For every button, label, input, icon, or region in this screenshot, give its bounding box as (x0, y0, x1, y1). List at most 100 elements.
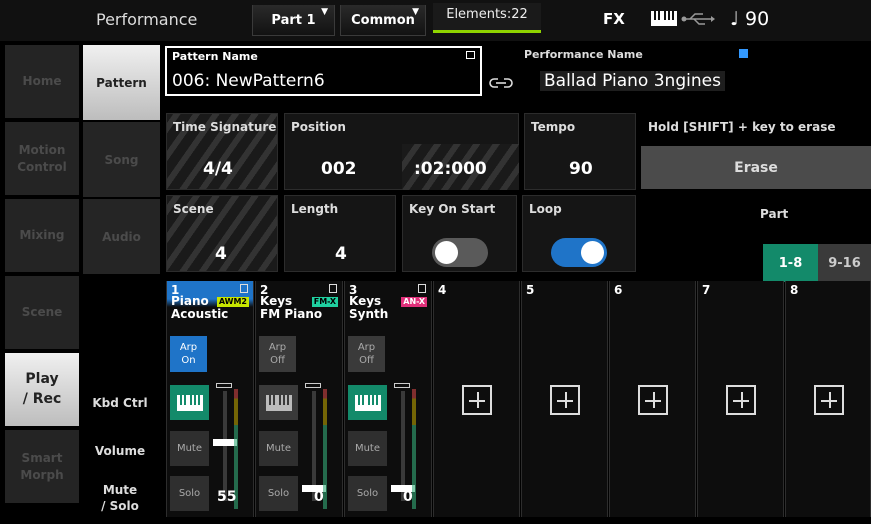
chevron-down-icon: ▼ (412, 7, 419, 17)
time-signature-field[interactable]: Time Signature 4/4 (166, 113, 278, 190)
common-dropdown-label: Common (351, 12, 415, 28)
erase-button-label: Erase (734, 159, 778, 176)
part-3-header[interactable]: 3 Keys Synth AN-X (345, 281, 431, 333)
awm2-badge: AWM2 (216, 297, 249, 307)
part-name: Keys Synth (349, 294, 389, 321)
nav-smart-morph-label: Smart Morph (20, 450, 64, 482)
part-dropdown-label: Part 1 (271, 12, 316, 28)
tempo-value: 90 (569, 159, 593, 179)
nav-play-rec[interactable]: Play / Rec (5, 353, 79, 428)
kbd-ctrl-button[interactable] (170, 385, 209, 420)
scene-label: Scene (173, 202, 214, 216)
loop-field: Loop (522, 195, 636, 272)
loop-toggle[interactable] (551, 238, 607, 267)
part-1-header[interactable]: 1 Piano Acoustic AWM2 (167, 281, 253, 333)
anx-badge: AN-X (401, 297, 427, 307)
meter-peak (394, 383, 410, 388)
part-1-column: 1 Piano Acoustic AWM2 Arp On Mute Solo 5… (166, 281, 254, 517)
length-value: 4 (335, 244, 347, 264)
solo-button[interactable]: Solo (259, 476, 298, 511)
subnav-pattern[interactable]: Pattern (83, 45, 160, 120)
part-2-column: 2 Keys FM Piano FM-X Arp Off Mute Solo 0 (255, 281, 343, 517)
tempo-label: Tempo (531, 120, 576, 134)
length-field[interactable]: Length 4 (284, 195, 396, 272)
position-field[interactable]: Position 002 :02:000 (284, 113, 519, 190)
part-dropdown[interactable]: Part 1 ▼ (252, 5, 335, 36)
pattern-name-field[interactable]: Pattern Name 006: NewPattern6 (165, 46, 482, 96)
meter-peak (216, 383, 232, 388)
loop-label: Loop (529, 202, 562, 216)
toggle-knob (435, 241, 458, 264)
arp-button[interactable]: Arp Off (259, 336, 296, 372)
position-label: Position (291, 120, 346, 134)
position-measure-value: 002 (321, 159, 357, 179)
add-part-button[interactable] (814, 385, 844, 415)
part-range-1-8[interactable]: 1-8 (763, 244, 818, 282)
tempo-field[interactable]: Tempo 90 (524, 113, 636, 190)
part-4-column: 4 (433, 281, 520, 517)
scene-value: 4 (215, 244, 227, 264)
volume-value: 55 (217, 489, 237, 505)
mute-button[interactable]: Mute (348, 431, 387, 466)
arp-button[interactable]: Arp Off (348, 336, 385, 372)
add-part-button[interactable] (550, 385, 580, 415)
nav-scene[interactable]: Scene (5, 276, 79, 351)
toggle-knob (581, 241, 604, 264)
erase-button[interactable]: Erase (641, 146, 871, 189)
pattern-name-value: 006: NewPattern6 (172, 71, 325, 91)
add-part-button[interactable] (726, 385, 756, 415)
nav-motion-control[interactable]: Motion Control (5, 122, 79, 197)
time-signature-label: Time Signature (173, 120, 277, 134)
position-beat-value: :02:000 (414, 159, 487, 179)
mute-button[interactable]: Mute (170, 431, 209, 466)
position-beat-field[interactable]: :02:000 (402, 144, 519, 190)
nav-scene-label: Scene (21, 305, 63, 320)
meter-peak (305, 383, 321, 388)
chevron-down-icon: ▼ (321, 7, 328, 17)
subnav-song[interactable]: Song (83, 122, 160, 197)
scene-field[interactable]: Scene 4 (166, 195, 278, 272)
part-3-column: 3 Keys Synth AN-X Arp Off Mute Solo 0 (344, 281, 432, 517)
part-number: 6 (614, 283, 623, 297)
keyboard-icon (651, 11, 677, 26)
nav-home[interactable]: Home (5, 45, 79, 120)
part-range-9-16-label: 9-16 (828, 255, 861, 271)
volume-value: 0 (403, 489, 413, 505)
keyboard-icon (265, 394, 292, 411)
subnav-audio-label: Audio (102, 229, 141, 244)
add-part-button[interactable] (462, 385, 492, 415)
nav-mixing-label: Mixing (19, 228, 65, 243)
kbd-ctrl-button[interactable] (259, 385, 298, 420)
subnav-audio[interactable]: Audio (83, 199, 160, 274)
arp-button[interactable]: Arp On (170, 336, 207, 372)
solo-button[interactable]: Solo (348, 476, 387, 511)
usb-icon (681, 13, 715, 25)
link-icon[interactable] (489, 76, 513, 90)
part-range-9-16[interactable]: 9-16 (818, 244, 871, 282)
keyboard-entry-icon (466, 51, 475, 59)
keyboard-icon (176, 394, 203, 411)
nav-home-label: Home (22, 74, 62, 89)
mute-solo-label: Mute / Solo (101, 483, 139, 513)
volume-value: 0 (314, 489, 324, 505)
part-select-label: Part (760, 207, 789, 221)
nav-mixing[interactable]: Mixing (5, 199, 79, 274)
part-icon (418, 284, 426, 293)
common-dropdown[interactable]: Common ▼ (340, 5, 426, 36)
subnav-song-label: Song (104, 152, 139, 167)
kbd-ctrl-button[interactable] (348, 385, 387, 420)
key-on-start-toggle[interactable] (432, 238, 488, 267)
solo-button[interactable]: Solo (170, 476, 209, 511)
mute-button[interactable]: Mute (259, 431, 298, 466)
performance-name-label: Performance Name (524, 48, 643, 61)
nav-smart-morph[interactable]: Smart Morph (5, 430, 79, 505)
part-8-column: 8 (785, 281, 871, 517)
key-on-start-field: Key On Start (402, 195, 517, 272)
performance-name-field[interactable]: Performance Name Ballad Piano 3ngines (518, 46, 756, 96)
volume-slider[interactable] (223, 391, 227, 501)
erase-hint: Hold [SHIFT] + key to erase (648, 120, 836, 134)
nav-play-rec-label: Play / Rec (22, 370, 62, 407)
part-2-header[interactable]: 2 Keys FM Piano FM-X (256, 281, 342, 333)
kbd-ctrl-label: Kbd Ctrl (92, 396, 148, 410)
add-part-button[interactable] (638, 385, 668, 415)
